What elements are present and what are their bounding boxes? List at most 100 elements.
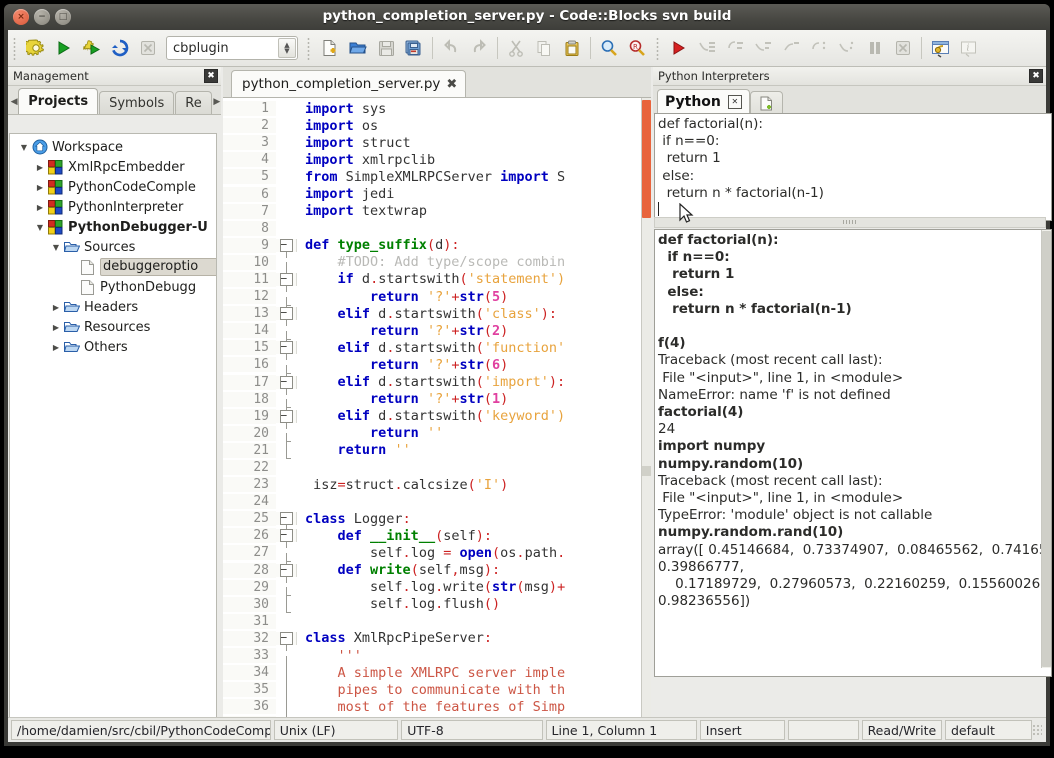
code-line[interactable]: 21 return '' <box>223 442 651 459</box>
toolbar-grip-3[interactable] <box>654 36 662 60</box>
tree-item-pythoninterpreter[interactable]: ▶ PythonInterpreter <box>10 197 216 217</box>
editor-tab-close-icon[interactable]: ✖ <box>446 77 457 92</box>
tab-scroll-left-icon[interactable]: ◀ <box>10 90 18 114</box>
tree-collapse-icon[interactable]: ▼ <box>17 143 31 152</box>
close-management-pane-icon[interactable]: ✖ <box>204 69 218 83</box>
code-line[interactable]: 15− elif d.startswith('function' <box>223 339 651 356</box>
debugging-windows-icon[interactable] <box>927 35 953 61</box>
code-line[interactable]: 4import xmlrpclib <box>223 151 651 168</box>
resize-grip[interactable] <box>1032 724 1042 736</box>
find-icon[interactable] <box>596 35 622 61</box>
code-line[interactable]: 36 most of the features of Simp <box>223 698 651 715</box>
code-line[interactable]: 19− elif d.startswith('keyword') <box>223 408 651 425</box>
build-target-spinner[interactable]: ▲▼ <box>278 38 296 58</box>
new-interpreter-icon[interactable] <box>750 91 783 114</box>
fold-collapse-icon[interactable]: − <box>276 376 297 389</box>
toolbar-grip[interactable] <box>11 36 19 60</box>
code-line[interactable]: 29 self.log.write(str(msg)+ <box>223 579 651 596</box>
code-line[interactable]: 7import textwrap <box>223 203 651 220</box>
fold-collapse-icon[interactable]: − <box>276 512 297 525</box>
fold-collapse-icon[interactable]: − <box>276 273 297 286</box>
code-line[interactable]: 22 <box>223 459 651 476</box>
tree-item-pythoncodecomple[interactable]: ▶ PythonCodeComple <box>10 177 216 197</box>
code-line[interactable]: 17− elif d.startswith('import'): <box>223 374 651 391</box>
replace-icon[interactable]: R <box>624 35 650 61</box>
debug-run-icon[interactable] <box>666 35 692 61</box>
fold-collapse-icon[interactable]: − <box>276 239 297 252</box>
interpreter-output-vscroll-thumb[interactable] <box>1042 231 1051 667</box>
code-line[interactable]: 5from SimpleXMLRPCServer import S <box>223 168 651 185</box>
code-line[interactable]: 33 ''' <box>223 647 651 664</box>
code-line[interactable]: 10 #TODO: Add type/scope combin <box>223 254 651 271</box>
fold-collapse-icon[interactable]: − <box>276 410 297 423</box>
code-line[interactable]: 25−class Logger: <box>223 510 651 527</box>
code-line[interactable]: 30 self.log.flush() <box>223 596 651 613</box>
interpreter-input-hscrollbar[interactable] <box>654 217 1046 228</box>
fold-collapse-icon[interactable]: − <box>276 307 297 320</box>
tree-item-pythondebugg[interactable]: PythonDebugg <box>10 277 216 297</box>
tree-item-sources[interactable]: ▼ Sources <box>10 237 216 257</box>
run-icon[interactable] <box>51 35 77 61</box>
code-line[interactable]: 28− def write(self,msg): <box>223 562 651 579</box>
tree-item-xmlrpcembedder[interactable]: ▶ XmlRpcEmbedder <box>10 157 216 177</box>
code-line[interactable]: 9−def type_suffix(d): <box>223 237 651 254</box>
code-line[interactable]: 26− def __init__(self): <box>223 527 651 544</box>
code-line[interactable]: 11− if d.startswith('statement') <box>223 271 651 288</box>
fold-collapse-icon[interactable]: − <box>276 529 297 542</box>
interpreter-input-area[interactable]: def factorial(n): if n==0: return 1 else… <box>654 113 1052 221</box>
interpreter-tab-close-icon[interactable]: ✕ <box>728 95 742 109</box>
fold-collapse-icon[interactable]: − <box>276 341 297 354</box>
close-interpreters-pane-icon[interactable]: ✖ <box>1029 69 1043 83</box>
code-line[interactable]: 14 return '?'+str(2) <box>223 322 651 339</box>
toolbar-grip-2[interactable] <box>305 36 313 60</box>
project-tree[interactable]: ▼ Workspace▶ XmlRpcEmbedder▶ PythonCodeC… <box>9 133 217 723</box>
code-line[interactable]: 23 isz=struct.calcsize('I') <box>223 476 651 493</box>
interpreter-tab-python[interactable]: Python ✕ <box>657 89 750 114</box>
code-line[interactable]: 13− elif d.startswith('class'): <box>223 305 651 322</box>
code-line[interactable]: 35 pipes to communicate with th <box>223 681 651 698</box>
open-file-icon[interactable] <box>345 35 371 61</box>
tree-item-workspace[interactable]: ▼ Workspace <box>10 137 216 157</box>
code-line[interactable]: 8 <box>223 220 651 237</box>
interpreter-output-vscrollbar[interactable] <box>1041 230 1051 668</box>
tree-item-pythondebugger-u[interactable]: ▼ PythonDebugger-U <box>10 217 216 237</box>
code-area[interactable]: 1import sys2import os3import struct4impo… <box>223 97 651 736</box>
editor-vscrollbar[interactable] <box>641 98 651 736</box>
code-line[interactable]: 34 A simple XMLRPC server imple <box>223 664 651 681</box>
paste-icon[interactable] <box>559 35 585 61</box>
code-line[interactable]: 1import sys <box>223 100 651 117</box>
title-bar[interactable]: × − □ python_completion_server.py - Code… <box>4 4 1050 30</box>
code-line[interactable]: 2import os <box>223 117 651 134</box>
gear-icon[interactable] <box>23 35 49 61</box>
tab-symbols[interactable]: Symbols <box>99 91 174 114</box>
tree-item-debuggeroptio[interactable]: debuggeroptio <box>10 257 216 277</box>
tree-expand-icon[interactable]: ▶ <box>49 303 63 312</box>
rebuild-icon[interactable] <box>107 35 133 61</box>
code-line[interactable]: 31 <box>223 613 651 630</box>
fold-collapse-icon[interactable]: − <box>276 564 297 577</box>
interpreter-output-area[interactable]: def factorial(n): if n==0: return 1 else… <box>654 229 1052 677</box>
tab-scroll-right-icon[interactable]: ▶ <box>213 90 221 114</box>
tree-expand-icon[interactable]: ▶ <box>33 163 47 172</box>
tree-expand-icon[interactable]: ▶ <box>33 183 47 192</box>
tree-item-headers[interactable]: ▶ Headers <box>10 297 216 317</box>
tree-item-resources[interactable]: ▶ Resources <box>10 317 216 337</box>
build-target-combo[interactable]: cbplugin ▲▼ <box>166 36 298 60</box>
code-line[interactable]: 3import struct <box>223 134 651 151</box>
new-file-icon[interactable] <box>317 35 343 61</box>
code-line[interactable]: 27 self.log = open(os.path. <box>223 544 651 561</box>
code-line[interactable]: 6import jedi <box>223 185 651 202</box>
tree-expand-icon[interactable]: ▶ <box>33 203 47 212</box>
tab-resources[interactable]: Re <box>175 91 211 114</box>
code-line[interactable]: 32−class XmlRpcPipeServer: <box>223 630 651 647</box>
tree-collapse-icon[interactable]: ▼ <box>49 243 63 252</box>
code-line[interactable]: 12 return '?'+str(5) <box>223 288 651 305</box>
code-line[interactable]: 16 return '?'+str(6) <box>223 356 651 373</box>
tree-expand-icon[interactable]: ▶ <box>49 343 63 352</box>
tab-projects[interactable]: Projects <box>18 88 98 114</box>
save-all-icon[interactable] <box>401 35 427 61</box>
editor-vscroll-thumb[interactable] <box>642 100 651 218</box>
fold-collapse-icon[interactable]: − <box>276 632 297 645</box>
code-line[interactable]: 24 <box>223 493 651 510</box>
editor-tab-python-completion-server[interactable]: python_completion_server.py ✖ <box>231 70 466 97</box>
